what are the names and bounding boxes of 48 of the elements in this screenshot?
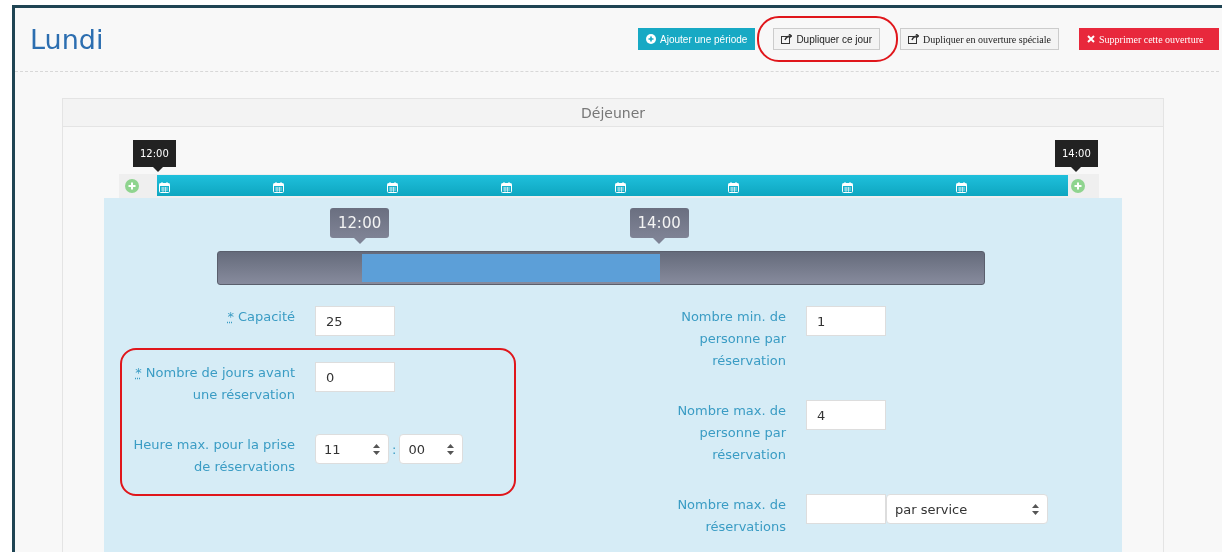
field-label: Nombre max. de personne par réservation [676, 402, 786, 464]
calendar-icon[interactable] [272, 182, 284, 193]
time-tooltip: 14:00 [1055, 140, 1098, 167]
add-circle-icon[interactable] [125, 179, 139, 193]
delete-button[interactable]: Supprimer cette ouverture [1079, 28, 1219, 50]
text-input[interactable]: 25 [315, 306, 395, 336]
calendar-icon[interactable] [842, 182, 854, 193]
minute-select[interactable]: 00 [399, 434, 464, 464]
calendar-icon[interactable] [386, 182, 398, 193]
time-tooltip: 12:00 [133, 140, 176, 167]
duplicate-button[interactable]: Dupliquer ce jour [773, 28, 880, 50]
time-separator: : [392, 441, 397, 457]
text-input[interactable]: 0 [315, 362, 395, 392]
text-input[interactable]: 1 [806, 306, 886, 336]
spinner-arrows-icon [447, 443, 455, 455]
slider-tooltip: 14:00 [629, 208, 689, 238]
field-label: * Nombre de jours avant une réservation [134, 364, 295, 404]
add-circle-icon [646, 34, 657, 44]
duplicate-special-button[interactable]: Dupliquer en ouverture spéciale [900, 28, 1059, 50]
calendar-icon[interactable] [159, 182, 170, 193]
calendar-icon[interactable] [614, 182, 626, 193]
period-select[interactable]: par service [886, 494, 1048, 524]
share-icon [908, 34, 919, 44]
hour-select[interactable]: 11 [315, 434, 389, 464]
tooltip-pointer-icon [1071, 167, 1082, 172]
slider-tooltip: 12:00 [330, 208, 390, 238]
tooltip-pointer-icon [653, 238, 666, 244]
field-label: Heure max. pour la prise de réservations [132, 436, 295, 476]
share-icon [781, 34, 793, 44]
field-label: Nombre min. de personne par réservation [680, 308, 786, 370]
spinner-arrows-icon [373, 443, 380, 455]
add-circle-icon[interactable] [1071, 179, 1085, 193]
calendar-icon[interactable] [728, 182, 740, 193]
slider-range[interactable] [361, 254, 661, 282]
timeline-bar[interactable] [157, 175, 1068, 196]
tooltip-pointer-icon [153, 167, 163, 172]
day-title: Lundi [30, 24, 104, 55]
slider-track[interactable] [217, 251, 985, 285]
text-input[interactable] [806, 494, 886, 524]
period-title: Déjeuner [581, 104, 645, 121]
field-label: Nombre max. de réservations [676, 496, 786, 536]
calendar-icon[interactable] [500, 182, 512, 193]
calendar-icon[interactable] [956, 182, 968, 193]
close-icon [1087, 35, 1095, 43]
tooltip-pointer-icon [353, 238, 366, 244]
text-input[interactable]: 4 [806, 400, 886, 430]
field-label: * Capacité [226, 308, 295, 326]
spinner-arrows-icon [1032, 503, 1039, 515]
